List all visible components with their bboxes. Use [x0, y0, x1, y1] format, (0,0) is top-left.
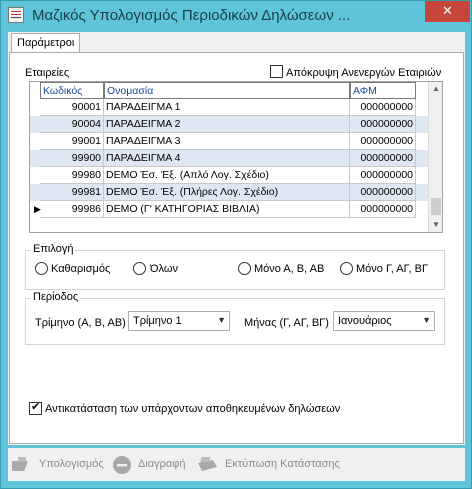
replace-existing-checkbox[interactable] — [29, 400, 42, 415]
chevron-down-icon: ▼ — [217, 315, 226, 325]
delete-button-label: Διαγραφή — [138, 458, 186, 470]
column-header-afm[interactable]: ΑΦΜ — [350, 82, 416, 99]
column-header-code[interactable]: Κωδικός — [40, 82, 104, 99]
print-report-button[interactable]: Εκτύπωση Κατάστασης — [195, 455, 345, 475]
cell-afm: 000000000 — [350, 99, 416, 116]
month-select[interactable]: Ιανουάριος ▼ — [333, 311, 435, 331]
app-icon — [8, 7, 24, 23]
cell-code: 90001 — [40, 99, 104, 116]
companies-grid[interactable]: Κωδικός Ονομασία ΑΦΜ 90001 ΠΑΡΑΔΕΙΓΜΑ 1 … — [29, 81, 443, 233]
grid-header: Κωδικός Ονομασία ΑΦΜ — [30, 82, 430, 99]
calculate-button-label: Υπολογισμός — [39, 458, 104, 470]
minus-circle-icon — [113, 456, 131, 474]
quarter-label: Τρίμηνο (Α, Β, ΑΒ) — [35, 317, 126, 329]
delete-button[interactable]: Διαγραφή — [112, 455, 192, 475]
table-row[interactable]: ▶ 99986 DEMO (Γ' ΚΑΤΗΓΟΡΙΑΣ ΒΙΒΛΙΑ) 0000… — [30, 201, 430, 218]
table-row[interactable]: 99980 DEMO Έσ. Έξ. (Απλό Λογ. Σχέδιο) 00… — [30, 167, 430, 184]
hide-inactive-label: Απόκρυψη Ανενεργών Εταιριών — [286, 67, 442, 79]
month-select-value: Ιανουάριος — [338, 315, 392, 327]
cell-name: ΠΑΡΑΔΕΙΓΜΑ 1 — [104, 99, 350, 116]
cell-code: 99980 — [40, 167, 104, 184]
quarter-select[interactable]: Τρίμηνο 1 ▼ — [128, 311, 230, 331]
table-row[interactable]: 90004 ΠΑΡΑΔΕΙΓΜΑ 2 000000000 — [30, 116, 430, 133]
cell-name: ΠΑΡΑΔΕΙΓΜΑ 2 — [104, 116, 350, 133]
scroll-down-icon[interactable]: ▼ — [432, 220, 440, 229]
window-title: Μαζικός Υπολογισμός Περιοδικών Δηλώσεων … — [32, 7, 351, 24]
print-report-button-label: Εκτύπωση Κατάστασης — [225, 458, 340, 470]
radio-all[interactable] — [133, 262, 146, 275]
calculate-button[interactable]: Υπολογισμός — [12, 455, 107, 475]
cell-name: DEMO (Γ' ΚΑΤΗΓΟΡΙΑΣ ΒΙΒΛΙΑ) — [104, 201, 350, 218]
table-row[interactable]: 99981 DEMO Έσ. Έξ. (Πλήρες Λογ. Σχέδιο) … — [30, 184, 430, 201]
radio-only-g-ag-bg[interactable] — [340, 262, 353, 275]
cell-afm: 000000000 — [350, 116, 416, 133]
tab-parameters[interactable]: Παράμετροι — [11, 33, 80, 53]
radio-all-label: Όλων — [150, 263, 178, 275]
radio-only-a-b-ab[interactable] — [238, 262, 251, 275]
radio-clear-label: Καθαρισμός — [51, 263, 111, 275]
radio-clear[interactable] — [35, 262, 48, 275]
period-group-title: Περίοδος — [31, 291, 81, 303]
cell-name: ΠΑΡΑΔΕΙΓΜΑ 4 — [104, 150, 350, 167]
scroll-up-icon[interactable]: ▲ — [432, 84, 440, 93]
cell-afm: 000000000 — [350, 150, 416, 167]
bottom-toolbar: Υπολογισμός Διαγραφή Εκτύπωση Κατάστασης — [8, 448, 465, 481]
cell-afm: 000000000 — [350, 201, 416, 218]
cell-code: 90004 — [40, 116, 104, 133]
hide-inactive-checkbox[interactable] — [270, 65, 283, 78]
scroll-thumb[interactable] — [431, 198, 441, 215]
cell-code: 99900 — [40, 150, 104, 167]
chevron-down-icon: ▼ — [422, 315, 431, 325]
title-bar[interactable]: Μαζικός Υπολογισμός Περιοδικών Δηλώσεων … — [1, 1, 471, 31]
quarter-select-value: Τρίμηνο 1 — [133, 315, 182, 327]
table-row[interactable]: 99900 ΠΑΡΑΔΕΙΓΜΑ 4 000000000 — [30, 150, 430, 167]
table-row[interactable]: 99001 ΠΑΡΑΔΕΙΓΜΑ 3 000000000 — [30, 133, 430, 150]
cell-code: 99986 — [40, 201, 104, 218]
parameters-page: Εταιρείες Απόκρυψη Ανενεργών Εταιριών Κω… — [9, 52, 464, 444]
companies-label: Εταιρείες — [25, 67, 70, 79]
radio-only-g-ag-bg-label: Μόνο Γ, ΑΓ, ΒΓ — [356, 263, 429, 275]
cell-name: DEMO Έσ. Έξ. (Πλήρες Λογ. Σχέδιο) — [104, 184, 350, 201]
replace-existing-label: Αντικατάσταση των υπάρχοντων αποθηκευμέν… — [45, 403, 341, 415]
radio-only-a-b-ab-label: Μόνο Α, Β, ΑΒ — [254, 263, 325, 275]
cell-afm: 000000000 — [350, 184, 416, 201]
cell-afm: 000000000 — [350, 133, 416, 150]
cell-afm: 000000000 — [350, 167, 416, 184]
close-button[interactable]: ✕ — [425, 1, 470, 22]
cell-name: ΠΑΡΑΔΕΙΓΜΑ 3 — [104, 133, 350, 150]
column-header-name[interactable]: Ονομασία — [104, 82, 350, 99]
client-area: Παράμετροι Εταιρείες Απόκρυψη Ανενεργών … — [8, 32, 465, 445]
cell-code: 99981 — [40, 184, 104, 201]
table-row[interactable]: 90001 ΠΑΡΑΔΕΙΓΜΑ 1 000000000 — [30, 99, 430, 116]
selection-group-title: Επιλογή — [31, 243, 76, 255]
month-label: Μήνας (Γ, ΑΓ, ΒΓ) — [244, 317, 329, 329]
cell-code: 99001 — [40, 133, 104, 150]
grid-vertical-scrollbar[interactable]: ▲ ▼ — [428, 82, 442, 232]
cell-name: DEMO Έσ. Έξ. (Απλό Λογ. Σχέδιο) — [104, 167, 350, 184]
calculator-icon — [12, 457, 28, 471]
app-window: Μαζικός Υπολογισμός Περιοδικών Δηλώσεων … — [0, 0, 472, 489]
printer-icon — [198, 457, 217, 471]
